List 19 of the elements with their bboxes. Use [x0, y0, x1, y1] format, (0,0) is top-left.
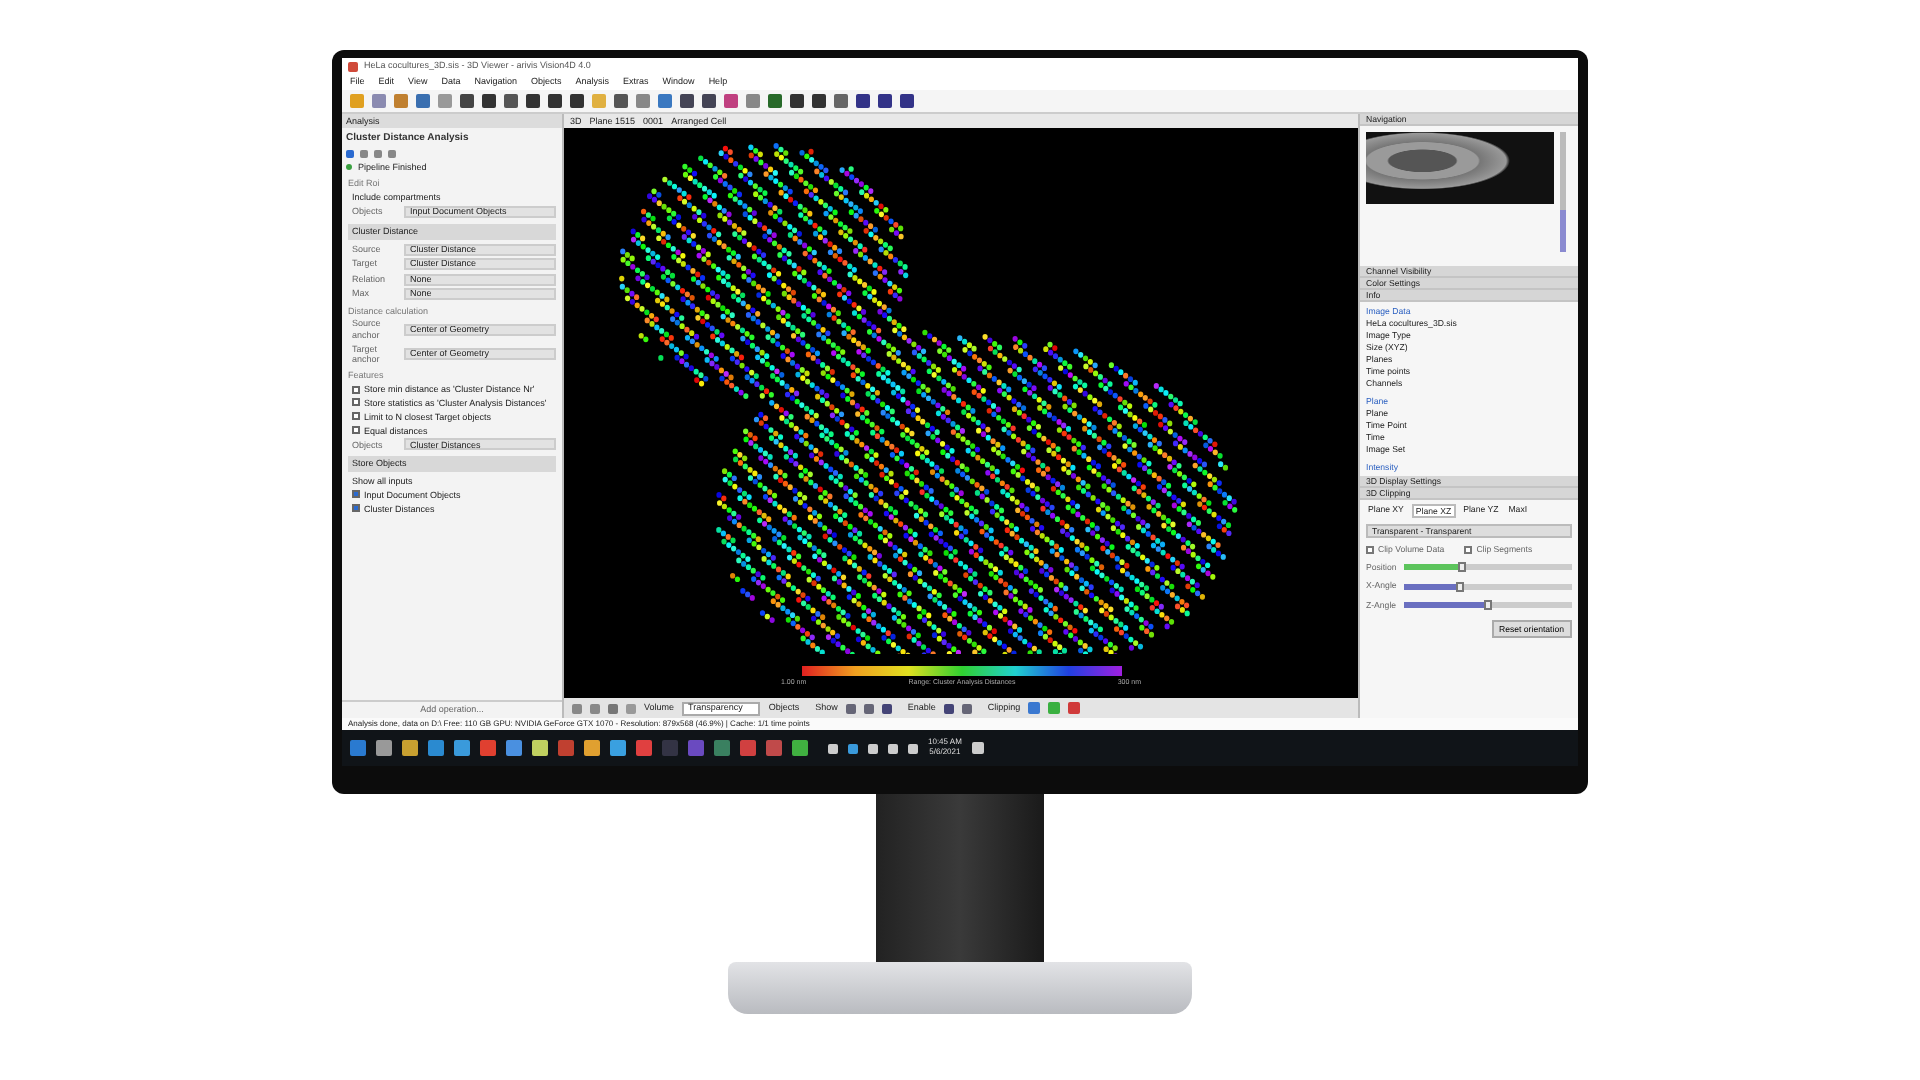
zoom-slider-fill[interactable] [1560, 210, 1566, 252]
slider-fill[interactable] [1404, 564, 1463, 571]
slider-thumb[interactable] [1455, 581, 1464, 592]
checkbox[interactable] [352, 504, 360, 513]
status-dot-icon [346, 164, 352, 171]
checkbox[interactable] [1366, 545, 1374, 554]
notification-icon[interactable] [971, 742, 984, 754]
checkbox[interactable] [352, 385, 360, 394]
slider-thumb[interactable] [1458, 562, 1467, 573]
checkbox[interactable] [352, 490, 360, 499]
start-icon[interactable] [350, 740, 366, 756]
checkbox[interactable] [352, 412, 360, 421]
checkbox[interactable] [352, 398, 360, 407]
slider-fill[interactable] [1404, 583, 1460, 590]
app-icon [348, 61, 358, 71]
checkbox[interactable] [352, 426, 360, 435]
checkbox[interactable] [1464, 545, 1473, 554]
slider-thumb[interactable] [1484, 599, 1492, 610]
slider-fill[interactable] [1404, 601, 1488, 608]
